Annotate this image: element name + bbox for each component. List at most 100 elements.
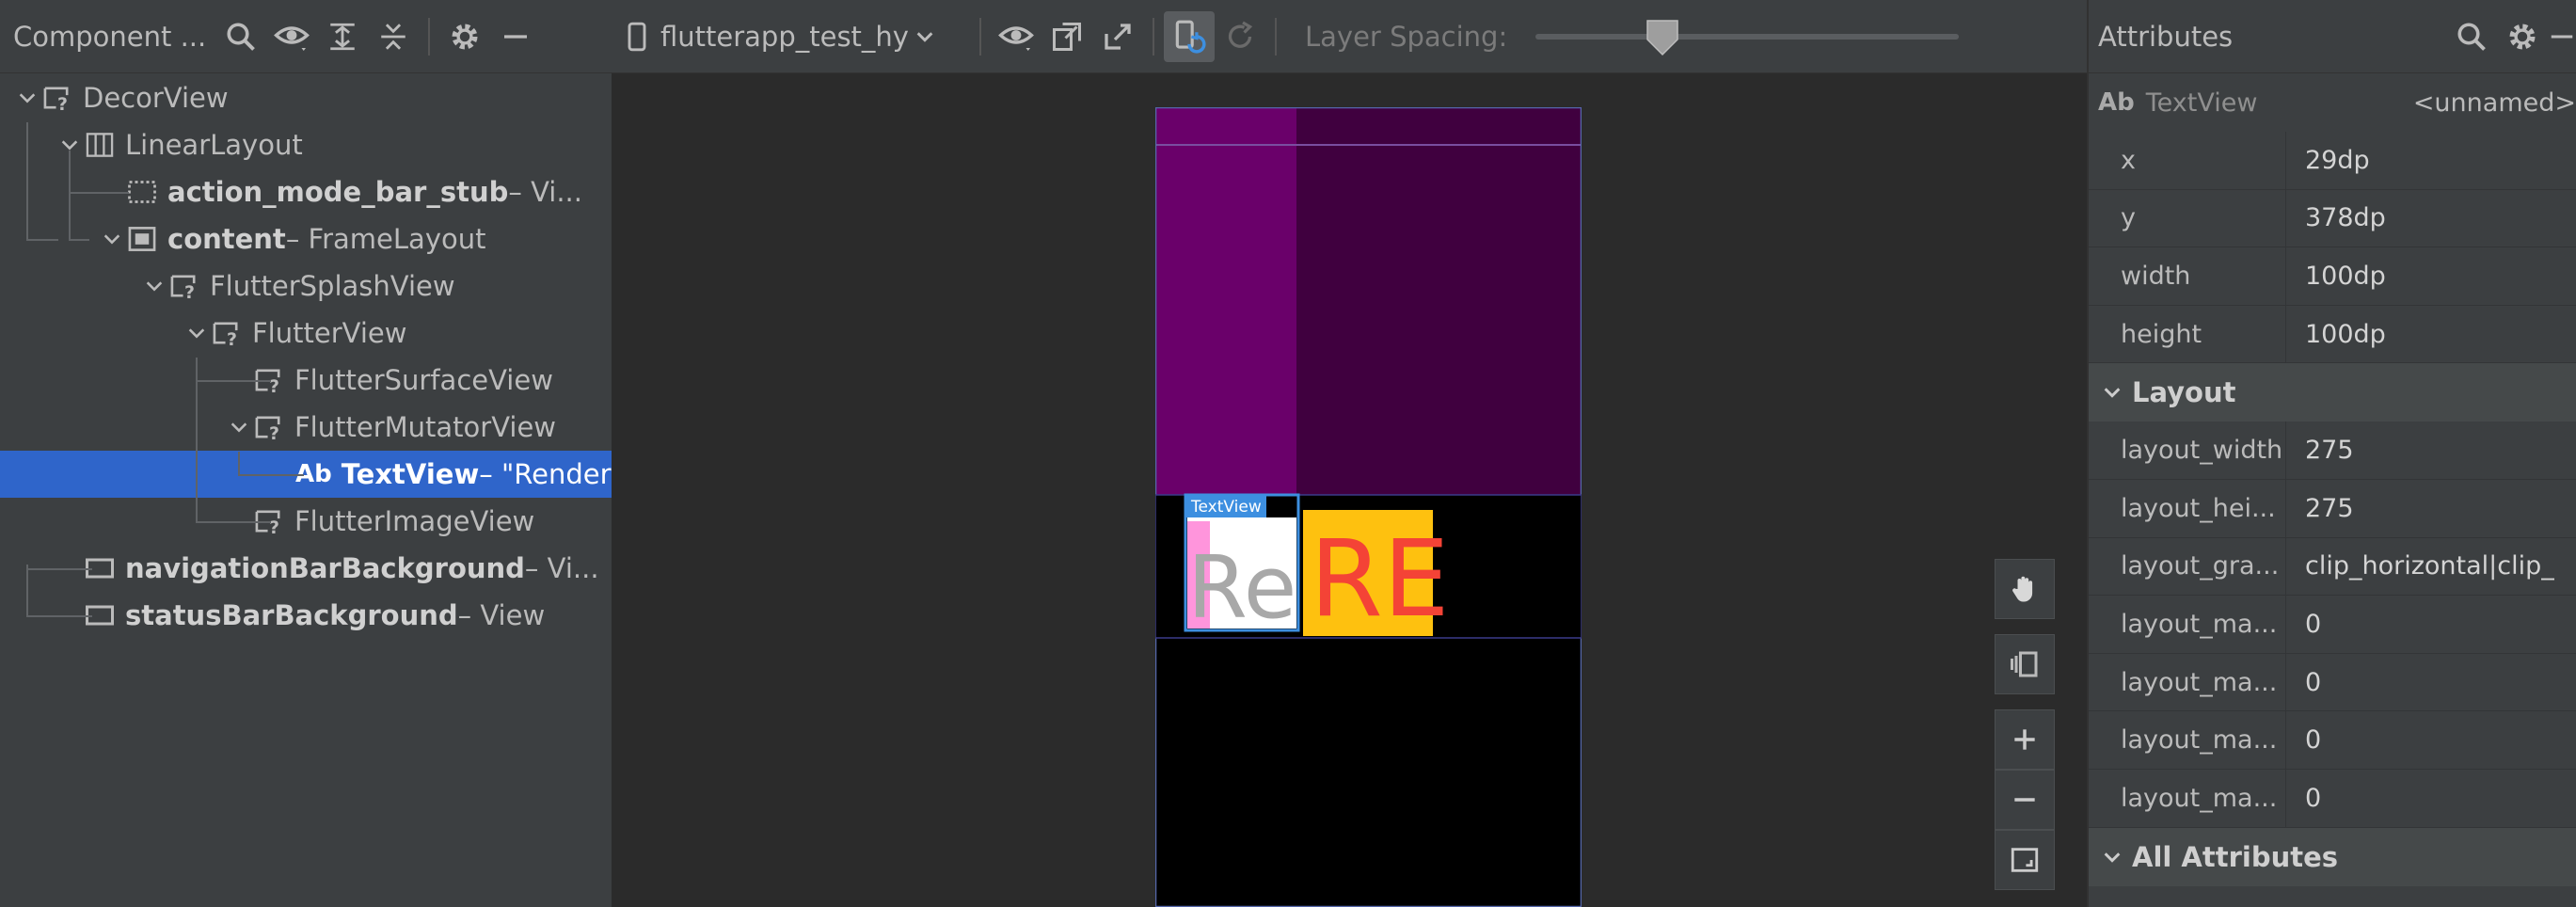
device-render[interactable]: Re TextView RE [1154, 106, 1582, 907]
attribute-row[interactable]: layout_gra... clip_horizontal|clip_ [2089, 537, 2576, 597]
layout-attributes: layout_width 275 layout_hei... 275 layout_gr… [2089, 422, 2576, 828]
attribute-key: layout_width [2089, 422, 2286, 479]
attribute-row[interactable]: y 378dp [2089, 189, 2576, 248]
minimize-icon[interactable] [490, 11, 541, 62]
attribute-key: height [2089, 305, 2286, 363]
sample-small-text: Re [1187, 537, 1296, 638]
attribute-row[interactable]: layout_hei... 275 [2089, 479, 2576, 538]
svg-text:?: ? [269, 376, 279, 394]
export-snapshot-icon[interactable] [1042, 11, 1092, 62]
open-external-icon[interactable] [1092, 11, 1143, 62]
eye-icon[interactable] [991, 11, 1042, 62]
layout-section-header[interactable]: Layout [2089, 363, 2576, 422]
attribute-value: 275 [2305, 493, 2354, 523]
tree-item[interactable]: ? FlutterMutatorView [0, 404, 612, 451]
attribute-key: layout_ma... [2089, 769, 2286, 827]
fit-screen-icon[interactable] [1995, 830, 2055, 890]
layout-section-label: Layout [2132, 376, 2236, 409]
selected-name: <unnamed> [2412, 88, 2576, 118]
gear-icon[interactable] [439, 11, 490, 62]
tree-item-name: FlutterSurfaceView [294, 364, 553, 396]
refresh-icon[interactable] [1215, 11, 1265, 62]
dimension-attributes: x 29dp y 378dp width 100dp height 100dp [2089, 132, 2576, 364]
attribute-row[interactable]: layout_ma... 0 [2089, 769, 2576, 828]
all-attributes-section-header[interactable]: All Attributes [2089, 827, 2576, 886]
tree-guide-line [26, 565, 28, 616]
tree-item-name: content [167, 223, 286, 255]
attribute-key: layout_ma... [2089, 596, 2286, 653]
chevron-down-icon[interactable] [183, 319, 211, 347]
textview-tag: TextView [1190, 498, 1262, 517]
layers-3d-icon[interactable] [1995, 634, 2055, 694]
selected-view-header: Ab TextView <unnamed> [2089, 73, 2576, 132]
attribute-key: layout_gra... [2089, 537, 2286, 596]
attribute-value: 100dp [2305, 261, 2386, 291]
expand-all-icon[interactable] [317, 11, 368, 62]
attributes-panel: Attributes Ab TextView <unnamed> x 29dp y 3… [2087, 0, 2576, 907]
chevron-down-icon [916, 31, 933, 42]
tree-item-name: FlutterMutatorView [294, 411, 557, 443]
view-unknown-icon: ? [253, 411, 285, 443]
device-selector[interactable]: flutterapp_test_hy [627, 21, 970, 53]
attribute-row[interactable]: layout_ma... 0 [2089, 596, 2576, 654]
device-layers: Re TextView RE [1154, 106, 1582, 907]
attributes-toolbar: Attributes [2089, 0, 2576, 73]
tree-item[interactable]: content – FrameLayout [0, 215, 612, 263]
svg-text:?: ? [184, 282, 195, 300]
attribute-row[interactable]: height 100dp [2089, 305, 2576, 364]
tree-item[interactable]: AbTextView – "Rendered on a native Andro… [0, 451, 612, 498]
tree-guide-line [238, 452, 240, 475]
tree-item-name: navigationBarBackground [125, 552, 525, 584]
attribute-row[interactable]: layout_ma... 0 [2089, 653, 2576, 712]
attribute-value: clip_horizontal|clip_ [2305, 551, 2554, 581]
collapse-all-icon[interactable] [368, 11, 419, 62]
chevron-down-icon[interactable] [13, 84, 41, 112]
device-label: flutterapp_test_hy [660, 20, 909, 53]
svg-text:?: ? [269, 517, 279, 535]
linear-layout-icon [84, 129, 116, 161]
gear-icon[interactable] [2497, 11, 2548, 62]
tree-item[interactable]: ? FlutterImageView [0, 498, 612, 545]
chevron-down-icon[interactable] [140, 272, 168, 300]
tree-item-suffix: – Vi... [508, 176, 582, 208]
live-updates-icon[interactable] [1164, 10, 1215, 62]
layer-spacing-slider[interactable] [1535, 19, 1960, 56]
chevron-down-icon [2104, 388, 2121, 399]
eye-icon[interactable] [266, 11, 317, 62]
zoom-in-icon[interactable] [1995, 709, 2055, 770]
tree-item-name: DecorView [83, 82, 229, 114]
tree-item[interactable]: ? FlutterSplashView [0, 263, 612, 310]
pan-hand-icon[interactable] [1995, 559, 2055, 619]
attribute-value: 100dp [2305, 319, 2386, 349]
component-tree-title: Component ... [13, 20, 207, 53]
attribute-value: 0 [2305, 725, 2322, 756]
view-unknown-icon: ? [41, 82, 73, 114]
component-tree-panel: Component ... ? DecorView LinearLayout acti… [0, 0, 612, 907]
minimize-icon[interactable] [2548, 11, 2576, 62]
tree-item[interactable]: ? DecorView [0, 74, 612, 121]
tree-guide-line [26, 615, 92, 617]
attribute-row[interactable]: layout_ma... 0 [2089, 711, 2576, 770]
svg-text:?: ? [227, 329, 237, 347]
attribute-row[interactable]: layout_width 275 [2089, 422, 2576, 480]
search-icon[interactable] [2446, 11, 2497, 62]
tree-guide-line [196, 521, 271, 523]
slider-thumb[interactable] [1646, 19, 1679, 56]
chevron-down-icon[interactable] [225, 413, 253, 441]
tree-item-suffix: – "Rendered on a native Android view (id… [479, 458, 612, 490]
view-stub-icon [126, 176, 158, 208]
tree-item[interactable]: LinearLayout [0, 121, 612, 168]
frame-layout-icon [126, 223, 158, 255]
attribute-row[interactable]: width 100dp [2089, 247, 2576, 306]
chevron-down-icon[interactable] [98, 225, 126, 253]
tree-item-name: LinearLayout [125, 129, 303, 161]
attribute-row[interactable]: x 29dp [2089, 132, 2576, 190]
zoom-out-icon[interactable] [1995, 770, 2055, 830]
search-icon[interactable] [215, 11, 266, 62]
attribute-value: 0 [2305, 783, 2322, 813]
tree-item[interactable]: ? FlutterSurfaceView [0, 357, 612, 404]
attribute-value: 0 [2305, 667, 2322, 697]
attribute-key: layout_ma... [2089, 711, 2286, 769]
tree-item[interactable]: ? FlutterView [0, 310, 612, 357]
surface-layer-left[interactable] [1155, 107, 1296, 495]
